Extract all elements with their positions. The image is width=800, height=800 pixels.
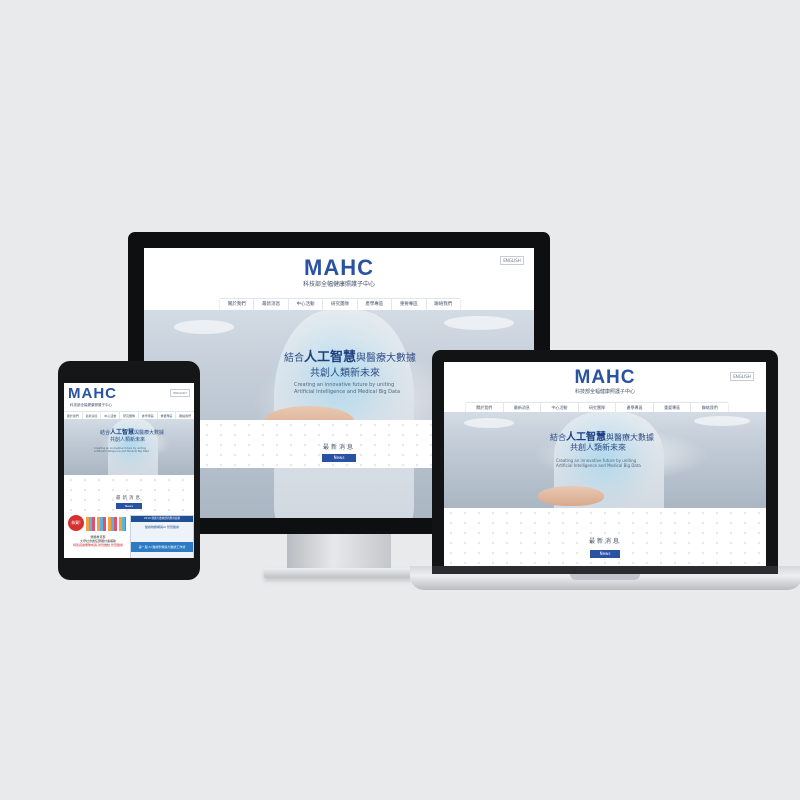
site-logo[interactable]: MAHC <box>444 367 766 389</box>
nav-item-team[interactable]: 研究團隊 <box>322 299 356 310</box>
laptop-keyboard-edge <box>432 566 778 574</box>
hero-headline: 結合人工智慧與醫療大數據 <box>284 350 417 365</box>
site-subtitle: 科技部全幅健康照護子中心 <box>302 281 375 288</box>
desktop-stand-base <box>264 568 412 578</box>
tablet-screen: MAHC 科技部全幅健康照護子中心 ENGLISH 關於我們 最新消息 中心活動… <box>64 383 194 558</box>
ceiling-light <box>464 418 514 428</box>
event-banner: 第一屆 AI 醫療影像與大數據工作坊 <box>131 542 193 552</box>
main-nav: 關於我們 最新消息 中心活動 研究團隊 產學專區 重要專區 聯絡我們 <box>220 298 460 310</box>
hero-subheadline: 共創人類新未來 <box>110 437 146 443</box>
event-caption: 2019 健康大數據創新應用競賽 <box>131 516 193 522</box>
tablet-device: MAHC 科技部全幅健康照護子中心 ENGLISH 關於我們 最新消息 中心活動… <box>58 361 200 580</box>
nav-item-events[interactable]: 中心活動 <box>287 299 322 310</box>
ceiling-light <box>694 416 750 426</box>
ceiling-light <box>174 320 234 334</box>
award-text: 榮獲教育部 大學社會責任實踐計畫補助 特別感謝團隊成員 熱烈推動 智慧醫療 <box>73 535 123 547</box>
ceiling-light <box>444 316 514 330</box>
hero-banner: 結合人工智慧與醫療大數據 共創人類新未來 Creating an innovat… <box>444 412 766 508</box>
hero-headline: 結合人工智慧與醫療大數據 <box>100 429 165 436</box>
hero-english-text: Creating an innovative future by uniting… <box>294 382 401 395</box>
hero-subheadline: 共創人類新未來 <box>570 443 626 452</box>
laptop-screen: MAHC 科技部全幅健康照護子中心 ENGLISH 關於我們 最新消息 中心活動… <box>444 362 766 568</box>
site-subtitle: 科技部全幅健康照護子中心 <box>574 389 635 395</box>
hero-subheadline: 共創人類新未來 <box>310 368 380 379</box>
congrats-badge: 恭賀! <box>68 515 84 531</box>
language-button[interactable]: ENGLISH <box>500 256 524 265</box>
news-heading: 最新消息 <box>116 496 142 501</box>
site-logo[interactable]: MAHC <box>68 385 117 402</box>
nav-item-news[interactable]: 最新消息 <box>253 299 287 310</box>
confetti-graphic <box>86 517 126 531</box>
laptop-opening-notch <box>570 574 640 580</box>
site-header: MAHC 科技部全幅健康照護子中心 ENGLISH <box>144 248 534 296</box>
laptop-display: MAHC 科技部全幅健康照護子中心 ENGLISH 關於我們 最新消息 中心活動… <box>432 350 778 568</box>
hero-banner: 結合人工智慧與醫療大數據 共創人類新未來 Creating an innovat… <box>64 419 194 475</box>
nav-item-industry[interactable]: 產學專區 <box>356 299 391 310</box>
doctor-hand <box>538 486 604 506</box>
nav-item-important[interactable]: 重要專區 <box>391 299 425 310</box>
hero-english-text: Creating an innovative future by uniting… <box>556 458 641 469</box>
hero-headline: 結合人工智慧與醫療大數據 <box>550 432 654 443</box>
site-logo[interactable]: MAHC <box>144 255 534 281</box>
news-heading: 最新消息 <box>588 538 621 545</box>
event-heading: 醫療物聯網與AI 智慧醫療 <box>145 525 179 529</box>
hero-english-text: Creating an innovative future by uniting… <box>94 447 150 454</box>
event-card[interactable]: 2019 健康大數據創新應用競賽 醫療物聯網與AI 智慧醫療 第一屆 AI 醫療… <box>130 515 194 558</box>
nav-item-about[interactable]: 關於我們 <box>220 299 253 310</box>
site-header: MAHC 科技部全幅健康照護子中心 ENGLISH <box>64 383 194 411</box>
site-header: MAHC 科技部全幅健康照護子中心 ENGLISH <box>444 362 766 400</box>
nav-item-contact[interactable]: 聯絡我們 <box>425 299 460 310</box>
language-button[interactable]: ENGLISH <box>170 389 190 397</box>
site-subtitle: 科技部全幅健康照護子中心 <box>70 403 112 407</box>
news-button[interactable]: News <box>116 503 142 509</box>
news-button[interactable]: News <box>322 454 356 462</box>
award-card[interactable]: 恭賀! 榮獲教育部 大學社會責任實踐計畫補助 特別感謝團隊成員 熱烈推動 智慧醫… <box>68 515 128 557</box>
news-button[interactable]: News <box>590 550 620 558</box>
language-button[interactable]: ENGLISH <box>730 372 754 381</box>
